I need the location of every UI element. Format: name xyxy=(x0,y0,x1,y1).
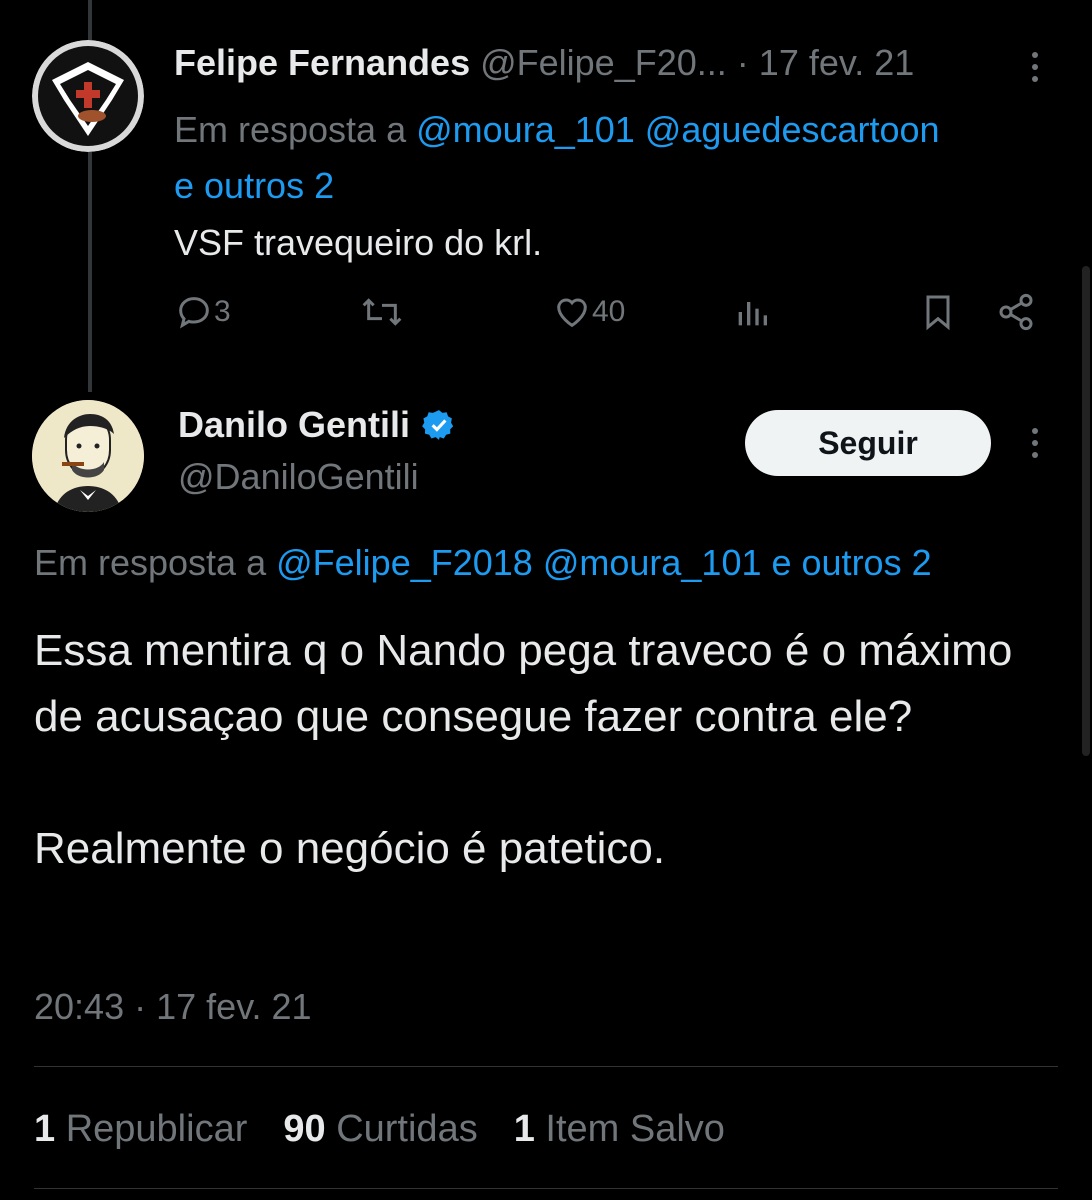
main-time[interactable]: 20:43 xyxy=(34,986,124,1027)
main-tweet-paragraph-2: Realmente o negócio é patetico. xyxy=(34,824,666,873)
share-button[interactable] xyxy=(996,292,1036,332)
main-tweet-paragraph-1: Essa mentira q o Nando pega traveco é o … xyxy=(34,626,1013,741)
views-icon xyxy=(738,302,767,326)
reply-date[interactable]: 17 fev. 21 xyxy=(759,42,914,83)
share-icon xyxy=(999,293,1033,331)
reply-more-options-icon[interactable] xyxy=(1032,52,1040,88)
main-timestamp-separator: · xyxy=(134,986,147,1027)
main-handle[interactable]: @DaniloGentili xyxy=(178,456,419,498)
views-button[interactable] xyxy=(732,292,772,332)
main-tweet-text: Essa mentira q o Nando pega traveco é o … xyxy=(34,618,1054,882)
like-count: 40 xyxy=(592,295,626,328)
reply-icon xyxy=(179,297,209,329)
reply-display-name[interactable]: Felipe Fernandes xyxy=(174,42,470,83)
engagement-stats: 1 Republicar 90 Curtidas 1 Item Salvo xyxy=(34,1108,725,1151)
avatar-danilo[interactable] xyxy=(32,400,144,512)
reply-action-bar: 3 40 xyxy=(174,292,1054,342)
reply-mentions[interactable]: @moura_101 @aguedescartoon xyxy=(416,109,939,150)
main-in-reply-to: Em resposta a @Felipe_F2018 @moura_101 e… xyxy=(34,542,932,584)
main-in-reply-prefix: Em resposta a xyxy=(34,542,267,583)
like-icon xyxy=(557,298,587,328)
avatar-felipe[interactable] xyxy=(32,40,144,152)
repost-icon xyxy=(362,298,402,326)
divider xyxy=(34,1066,1058,1067)
follow-button[interactable]: Seguir xyxy=(745,410,991,476)
main-more-options-icon[interactable] xyxy=(1032,428,1040,464)
reply-in-reply-to: Em resposta a @moura_101 @aguedescartoon… xyxy=(174,102,1054,214)
reply-button[interactable]: 3 xyxy=(174,292,231,332)
main-tweet-author: Danilo Gentili xyxy=(178,404,456,446)
scrollbar[interactable] xyxy=(1082,266,1090,756)
reply-count: 3 xyxy=(214,295,231,328)
saves-stat[interactable]: 1 Item Salvo xyxy=(514,1108,725,1151)
reply-mentions-more[interactable]: e outros 2 xyxy=(174,165,334,206)
main-date[interactable]: 17 fev. 21 xyxy=(156,986,311,1027)
reply-text: VSF travequeiro do krl. xyxy=(174,222,543,263)
bookmark-button[interactable] xyxy=(918,292,958,332)
reposts-label: Republicar xyxy=(65,1108,248,1150)
likes-stat[interactable]: 90 Curtidas xyxy=(283,1108,477,1151)
saves-label: Item Salvo xyxy=(545,1108,725,1150)
reply-header: Felipe Fernandes @Felipe_F20... · 17 fev… xyxy=(174,42,914,84)
saves-count: 1 xyxy=(513,1108,535,1150)
main-display-name[interactable]: Danilo Gentili xyxy=(178,404,410,446)
bookmark-icon xyxy=(926,295,950,331)
reposts-count: 1 xyxy=(34,1108,56,1150)
like-button[interactable]: 40 xyxy=(552,292,625,332)
divider-bottom xyxy=(34,1188,1058,1189)
verified-badge-icon[interactable] xyxy=(422,408,456,442)
repost-button[interactable] xyxy=(360,292,404,332)
likes-count: 90 xyxy=(283,1108,326,1150)
reposts-stat[interactable]: 1 Republicar xyxy=(34,1108,247,1151)
main-timestamp: 20:43 · 17 fev. 21 xyxy=(34,986,312,1028)
main-mentions[interactable]: @Felipe_F2018 @moura_101 e outros 2 xyxy=(276,542,931,583)
reply-handle[interactable]: @Felipe_F20... xyxy=(480,42,727,83)
reply-in-reply-prefix: Em resposta a xyxy=(174,109,407,150)
likes-label: Curtidas xyxy=(336,1108,478,1150)
reply-separator: · xyxy=(736,42,749,83)
